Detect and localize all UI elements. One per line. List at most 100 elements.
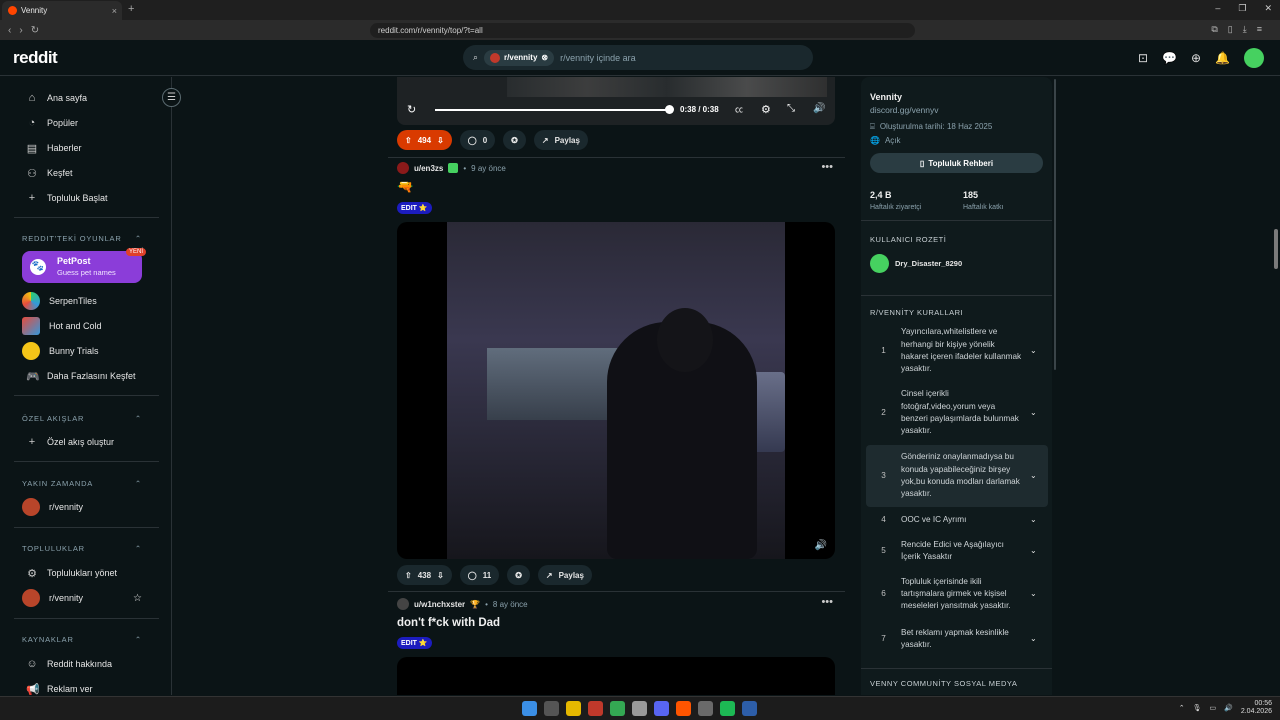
downloads-icon[interactable]: ⤓: [1243, 24, 1247, 35]
game-serpentiles[interactable]: SerpenTiles: [22, 292, 97, 310]
custom-feeds-header[interactable]: ÖZEL AKIŞLAR ⌃: [22, 414, 142, 423]
user-avatar[interactable]: [397, 162, 409, 174]
games-section-header[interactable]: REDDIT'TEKİ OYUNLAR ⌃: [22, 234, 142, 243]
clock[interactable]: 00:56 2.04.2026: [1241, 700, 1272, 717]
forward-icon[interactable]: ›: [19, 25, 22, 36]
post-flair[interactable]: EDIT ⭐: [397, 637, 432, 649]
post-author[interactable]: u/w1nchxster: [414, 600, 465, 609]
award-button[interactable]: ✪: [503, 130, 526, 150]
spotify-icon[interactable]: [720, 701, 735, 716]
search-icon[interactable]: [544, 701, 559, 716]
settings-icon[interactable]: ⚙: [761, 103, 771, 116]
favorite-star-icon[interactable]: ☆: [133, 593, 142, 604]
close-window-button[interactable]: ✕: [1264, 3, 1272, 14]
post-flair[interactable]: EDIT ⭐: [397, 202, 432, 214]
sidebar-icon[interactable]: ▯: [1228, 24, 1233, 35]
rule-item[interactable]: 7 Bet reklamı yapmak kesinlikle yasaktır.…: [866, 625, 1048, 653]
upvote-icon[interactable]: ⇧: [405, 136, 412, 145]
scrollbar-thumb[interactable]: [1274, 229, 1278, 269]
share-button[interactable]: ↗ Paylaş: [533, 130, 588, 150]
network-icon[interactable]: ▭: [1210, 704, 1217, 712]
award-button[interactable]: ✪: [507, 565, 530, 585]
rule-item[interactable]: 5 Rencide Edici ve Aşağılayıcı İçerik Yas…: [866, 537, 1048, 565]
app-icon[interactable]: [588, 701, 603, 716]
search-community-chip[interactable]: r/vennity ⊗: [484, 49, 555, 66]
app-icon[interactable]: [698, 701, 713, 716]
notifications-icon[interactable]: 🔔: [1215, 51, 1230, 65]
sidebar-item-news[interactable]: ▤ Haberler: [26, 140, 82, 156]
share-button[interactable]: ↗ Paylaş: [537, 565, 592, 585]
reload-icon[interactable]: ↻: [31, 25, 39, 36]
petpost-game[interactable]: 🐾 PetPost Guess pet names YENİ: [22, 248, 146, 283]
communities-header[interactable]: TOPLULUKLAR ⌃: [22, 544, 142, 553]
rule-item[interactable]: 3 Gönderiniz onaylanmadıysa bu konuda yap…: [866, 445, 1048, 507]
discord-icon[interactable]: [654, 701, 669, 716]
create-post-icon[interactable]: ⊕: [1191, 51, 1201, 65]
rule-item[interactable]: 1 Yayıncılara,whitelistlere ve herhangi b…: [866, 325, 1048, 377]
tray-expand-icon[interactable]: ⌃: [1179, 704, 1185, 712]
user-badge[interactable]: Dry_Disaster_8290: [870, 254, 962, 273]
post-options-icon[interactable]: •••: [821, 596, 833, 608]
fullscreen-icon[interactable]: ⤡: [787, 103, 795, 114]
app-icon[interactable]: [676, 701, 691, 716]
chip-remove-icon[interactable]: ⊗: [541, 53, 548, 62]
file-explorer-icon[interactable]: [566, 701, 581, 716]
page-scrollbar[interactable]: [1272, 77, 1280, 695]
post-title[interactable]: 🔫: [397, 179, 413, 195]
recent-header[interactable]: YAKIN ZAMANDA ⌃: [22, 479, 142, 488]
resources-header[interactable]: KAYNAKLAR ⌃: [22, 635, 142, 644]
captions-icon[interactable]: ㏄: [735, 104, 743, 115]
video-player-2[interactable]: 🔊: [397, 222, 835, 559]
collapse-sidebar-button[interactable]: ☰: [162, 88, 181, 107]
advertise[interactable]: 📢 Reklam ver: [26, 681, 93, 696]
video-player-3[interactable]: [397, 657, 835, 695]
sidebar-scrollbar[interactable]: [1054, 79, 1056, 370]
video-progress-knob[interactable]: [665, 105, 674, 114]
chat-icon[interactable]: 💬: [1162, 51, 1177, 65]
downvote-icon[interactable]: ⇩: [437, 136, 444, 145]
volume-icon[interactable]: 🔊: [815, 540, 827, 551]
post-author[interactable]: u/en3zs: [414, 164, 443, 173]
windows-start-icon[interactable]: [522, 701, 537, 716]
menu-icon[interactable]: ≡: [1257, 24, 1262, 35]
recent-community[interactable]: r/vennity: [22, 498, 83, 516]
post-options-icon[interactable]: •••: [821, 161, 833, 173]
sidebar-item-popular[interactable]: ◔ Popüler: [26, 115, 78, 131]
back-icon[interactable]: ‹: [8, 25, 11, 36]
rule-item[interactable]: 4 OOC ve IC Ayrımı ⌄: [866, 511, 1048, 529]
manage-communities[interactable]: ⚙ Toplulukları yönet: [26, 565, 117, 581]
mic-icon[interactable]: 🎙: [1193, 704, 1202, 712]
user-avatar[interactable]: [1244, 48, 1264, 68]
community-item[interactable]: r/vennity ☆: [22, 589, 142, 607]
game-hot-and-cold[interactable]: Hot and Cold: [22, 317, 102, 335]
url-field[interactable]: reddit.com/r/vennity/top/?t=all: [370, 23, 915, 38]
sidebar-item-explore[interactable]: ⚇ Keşfet: [26, 165, 72, 181]
maximize-button[interactable]: ❐: [1238, 3, 1246, 14]
comments-button[interactable]: ◯ 0: [459, 130, 496, 150]
post-title[interactable]: don't f*ck with Dad: [397, 617, 500, 629]
rule-item[interactable]: 2 Cinsel içerikli fotoğraf,video,yorum ve…: [866, 387, 1048, 439]
rule-item[interactable]: 6 Topluluk içerisinde ikili tartışmalara …: [866, 573, 1048, 615]
tab-close-icon[interactable]: ×: [112, 6, 117, 16]
chrome-icon[interactable]: [610, 701, 625, 716]
comments-button[interactable]: ◯ 11: [459, 565, 500, 585]
video-progress-bar[interactable]: [435, 109, 670, 111]
community-guide-button[interactable]: ▯ Topluluk Rehberi: [870, 153, 1043, 173]
advertise-icon[interactable]: ⊡: [1138, 51, 1148, 65]
replay-icon[interactable]: ↻: [407, 103, 416, 116]
new-tab-button[interactable]: +: [128, 3, 134, 15]
about-reddit[interactable]: ☺ Reddit hakkında: [26, 656, 112, 672]
game-bunny-trials[interactable]: Bunny Trials: [22, 342, 99, 360]
extensions-icon[interactable]: ⧉: [1211, 24, 1217, 35]
user-avatar[interactable]: [397, 598, 409, 610]
video-player-1[interactable]: ↻ 0:38 / 0:38 ㏄ ⚙ ⤡ 🔊: [397, 77, 835, 125]
upvote-icon[interactable]: ⇧: [405, 571, 412, 580]
browser-tab[interactable]: Vennity ×: [2, 1, 122, 20]
create-custom-feed[interactable]: + Özel akış oluştur: [26, 434, 114, 450]
app-icon[interactable]: [742, 701, 757, 716]
volume-icon[interactable]: 🔊: [813, 103, 825, 114]
reddit-logo[interactable]: reddit: [13, 48, 58, 68]
explore-more-games[interactable]: 🎮 Daha Fazlasını Keşfet: [26, 368, 136, 384]
sidebar-item-home[interactable]: ⌂ Ana sayfa: [26, 90, 87, 106]
speaker-icon[interactable]: 🔊: [1224, 704, 1233, 712]
